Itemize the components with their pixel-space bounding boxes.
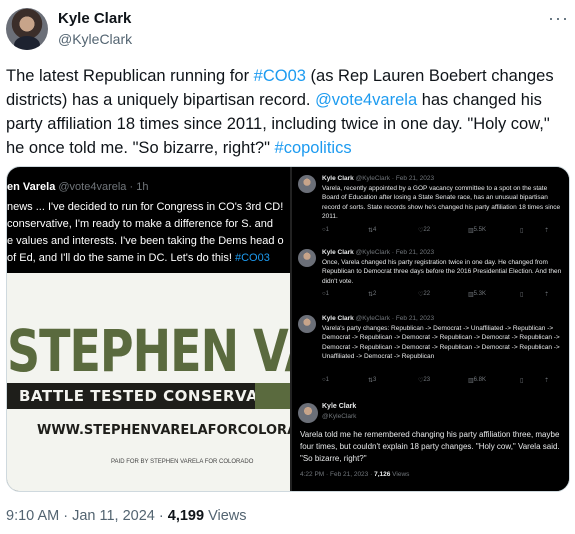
thread-post-date: · Feb 21, 2023 <box>391 249 435 256</box>
repost-icon: ⇅ 3 <box>368 377 377 384</box>
author-handle[interactable]: @KyleClark <box>58 31 132 47</box>
reply-icon: ○ 1 <box>322 291 329 297</box>
views-icon: ▥ 6.8K <box>468 377 487 384</box>
views-count: 4,199 <box>167 508 205 524</box>
avatar <box>298 175 316 193</box>
media-image-left[interactable]: en Varela @vote4varela · 1h news ... I'v… <box>7 167 290 491</box>
reply-icon: ○ 1 <box>322 227 329 233</box>
truck-icon <box>255 383 290 409</box>
embedded-hashtag: #CO03 <box>235 252 270 264</box>
mention-link[interactable]: @vote4varela <box>315 91 417 109</box>
repost-icon: ⇅ 2 <box>368 291 377 298</box>
embedded-line: e values and interests. I've been taking… <box>7 235 284 247</box>
thread-post-actions: ○ 1 ⇅ 2 ♡ 22 ▥ 5.3K ▯ ⇡ <box>322 291 566 301</box>
thread-post-meta: 4:22 PM · Feb 21, 2023 · 7,126 Views <box>300 471 409 478</box>
embedded-line: news ... I've decided to run for Congres… <box>7 201 284 213</box>
repost-icon: ⇅ 4 <box>368 227 377 234</box>
thread-post-time: 4:22 PM · Feb 21, 2023 · <box>300 471 375 478</box>
share-icon: ⇡ <box>544 228 550 234</box>
like-icon: ♡ 22 <box>418 227 431 234</box>
thread-post-body: Varela, recently appointed by a GOP vaca… <box>322 185 561 221</box>
embedded-line: of Ed, and I'll do the same in DC. Let's… <box>7 250 290 267</box>
views-icon: ▥ 5.3K <box>468 291 487 298</box>
thread-post-body: Varela's party changes: Republican -> De… <box>322 325 560 361</box>
sign-name: STEPHEN VARE <box>7 317 290 385</box>
embedded-author-name: en Varela <box>7 181 56 193</box>
thread-post-body: Once, Varela changed his party registrat… <box>322 259 562 285</box>
embedded-line-text: of Ed, and I'll do the same in DC. Let's… <box>7 252 235 264</box>
thread-post-date: · Feb 21, 2023 <box>391 175 435 182</box>
like-icon: ♡ 22 <box>418 291 431 298</box>
media-grid: en Varela @vote4varela · 1h news ... I'v… <box>6 166 570 492</box>
sign-paid-disclaimer: PAID FOR BY STEPHEN VARELA FOR COLORADO <box>111 459 254 465</box>
thread-post-date: · Feb 21, 2023 <box>391 315 435 322</box>
sign-tagline: BATTLE TESTED CONSERVATIVE <box>19 387 290 405</box>
embedded-tweet-text: news ... I've decided to run for Congres… <box>7 199 290 267</box>
campaign-sign: STEPHEN VARE BATTLE TESTED CONSERVATIVE … <box>7 273 290 491</box>
thread-post-header: Kyle Clark @KyleClark · Feb 21, 2023 <box>322 175 434 182</box>
thread-post-handle: @KyleClark <box>355 175 391 182</box>
hashtag-link[interactable]: #CO03 <box>254 67 306 85</box>
thread-post-name: Kyle Clark <box>322 175 354 182</box>
tweet-text-segment: The latest Republican running for <box>6 67 254 85</box>
author-name[interactable]: Kyle Clark <box>58 10 131 27</box>
embedded-tweet-screenshot: en Varela @vote4varela · 1h news ... I'v… <box>7 167 290 273</box>
embedded-author-time: · 1h <box>129 181 149 193</box>
tweet-header: Kyle Clark @KyleClark ··· <box>0 0 575 58</box>
thread-post-name: Kyle Clark <box>322 249 354 256</box>
thread-post-name: Kyle Clark <box>322 315 354 322</box>
thread-post-views-count: 7,126 <box>374 471 391 478</box>
reply-icon: ○ 1 <box>322 377 329 383</box>
bookmark-icon: ▯ <box>520 378 524 384</box>
views-icon: ▥ 5.5K <box>468 227 487 234</box>
thread-post-handle: @KyleClark <box>322 413 357 420</box>
avatar <box>298 315 316 333</box>
avatar <box>298 249 316 267</box>
bookmark-icon: ▯ <box>520 292 524 298</box>
hashtag-link[interactable]: #copolitics <box>275 139 352 157</box>
thread-post-header: Kyle Clark @KyleClark · Feb 21, 2023 <box>322 249 434 256</box>
share-icon: ⇡ <box>544 292 550 298</box>
thread-post-body: Varela told me he remembered changing hi… <box>300 430 560 463</box>
thread-post-actions: ○ 1 ⇅ 3 ♡ 23 ▥ 6.8K ▯ ⇡ <box>322 377 566 387</box>
like-icon: ♡ 23 <box>418 377 431 384</box>
thread-post-views-label: Views <box>390 471 410 478</box>
avatar[interactable] <box>6 8 48 50</box>
tweet-text: The latest Republican running for #CO03 … <box>6 64 566 160</box>
thread-post-actions: ○ 1 ⇅ 4 ♡ 22 ▥ 5.5K ▯ ⇡ <box>322 227 566 237</box>
thread-post-handle: @KyleClark <box>355 249 391 256</box>
embedded-author: en Varela @vote4varela · 1h <box>7 181 148 193</box>
views-label: Views <box>204 508 247 524</box>
tweet-footer: 9:10 AM · Jan 11, 2024 · 4,199 Views <box>6 508 247 524</box>
thread-post-handle: @KyleClark <box>355 315 391 322</box>
embedded-line: conservative, I'm ready to make a differ… <box>7 218 274 230</box>
avatar <box>298 403 318 423</box>
embedded-author-handle: @vote4varela <box>58 181 127 193</box>
sign-url: WWW.STEPHENVARELAFORCOLORADO.COM <box>37 423 290 438</box>
thread-post-name: Kyle Clark <box>322 403 357 410</box>
tweet-timestamp[interactable]: 9:10 AM · Jan 11, 2024 · <box>6 508 168 524</box>
media-image-right[interactable]: Kyle Clark @KyleClark · Feb 21, 2023 Var… <box>290 167 569 491</box>
bookmark-icon: ▯ <box>520 228 524 234</box>
ellipsis-icon[interactable]: ··· <box>548 8 569 29</box>
share-icon: ⇡ <box>544 378 550 384</box>
thread-post-header: Kyle Clark @KyleClark · Feb 21, 2023 <box>322 315 434 322</box>
sign-tagline-bar: BATTLE TESTED CONSERVATIVE <box>7 383 290 409</box>
